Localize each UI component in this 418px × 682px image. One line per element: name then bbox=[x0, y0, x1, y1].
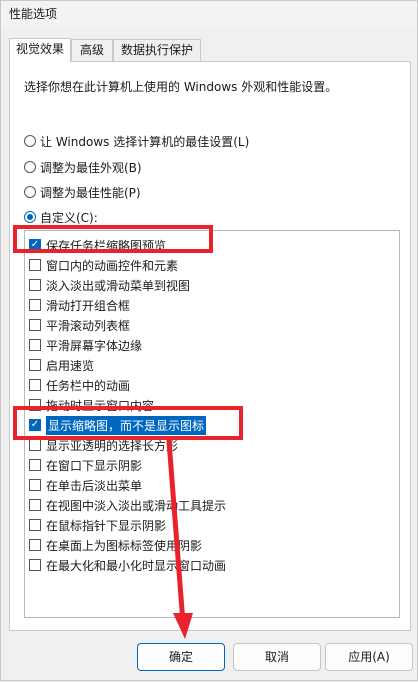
tab-advanced[interactable]: 高级 bbox=[71, 39, 113, 61]
checkbox-icon[interactable] bbox=[29, 379, 41, 391]
effect-item[interactable]: ✓ 显示缩略图，而不是显示图标 bbox=[29, 415, 207, 435]
checkbox-icon[interactable] bbox=[29, 319, 41, 331]
effect-item[interactable]: ✓ 保存任务栏缩略图预览 bbox=[29, 235, 166, 255]
effect-label: 在窗口下显示阴影 bbox=[46, 458, 143, 473]
checkbox-checked-icon[interactable]: ✓ bbox=[29, 239, 41, 251]
effect-label: 在视图中淡入淡出或滑动工具提示 bbox=[46, 498, 227, 513]
radio-label: 调整为最佳性能(P) bbox=[40, 185, 141, 200]
radio-button[interactable] bbox=[24, 186, 36, 198]
tab-data-execution-prevention[interactable]: 数据执行保护 bbox=[113, 39, 201, 61]
apply-button[interactable]: 应用(A) bbox=[325, 643, 413, 671]
radio-button[interactable] bbox=[24, 211, 36, 223]
ok-button[interactable]: 确定 bbox=[137, 643, 225, 671]
tab-visual-effects[interactable]: 视觉效果 bbox=[9, 38, 71, 62]
effect-item[interactable]: 在鼠标指针下显示阴影 bbox=[29, 515, 166, 535]
effect-label: 平滑屏幕字体边缘 bbox=[46, 338, 143, 353]
effect-label: 启用速览 bbox=[46, 358, 95, 373]
effect-item[interactable]: 显示亚透明的选择长方形 bbox=[29, 435, 178, 455]
effect-item[interactable]: 平滑滚动列表框 bbox=[29, 315, 130, 335]
checkbox-icon[interactable] bbox=[29, 399, 41, 411]
effect-item[interactable]: 滑动打开组合框 bbox=[29, 295, 130, 315]
effect-label: 保存任务栏缩略图预览 bbox=[46, 238, 167, 253]
visual-effects-panel: 选择你想在此计算机上使用的 Windows 外观和性能设置。 让 Windows… bbox=[9, 61, 411, 631]
effect-item[interactable]: 平滑屏幕字体边缘 bbox=[29, 335, 142, 355]
radio-custom[interactable]: 自定义(C): bbox=[24, 208, 98, 226]
radio-button[interactable] bbox=[24, 161, 36, 173]
effect-label: 任务栏中的动画 bbox=[46, 378, 131, 393]
effect-label: 在鼠标指针下显示阴影 bbox=[46, 518, 167, 533]
effect-item[interactable]: 在窗口下显示阴影 bbox=[29, 455, 142, 475]
effects-list[interactable]: ✓ 保存任务栏缩略图预览 窗口内的动画控件和元素 淡入淡出或滑动菜单到视图 滑动打开组合… bbox=[24, 230, 400, 618]
radio-label: 调整为最佳外观(B) bbox=[40, 160, 142, 175]
effect-label: 显示亚透明的选择长方形 bbox=[46, 438, 179, 453]
radio-label: 让 Windows 选择计算机的最佳设置(L) bbox=[40, 134, 250, 149]
checkbox-icon[interactable] bbox=[29, 439, 41, 451]
tab-bar: 视觉效果 高级 数据执行保护 bbox=[9, 38, 409, 62]
effect-label: 在桌面上为图标标签使用阴影 bbox=[46, 538, 203, 553]
radio-button[interactable] bbox=[24, 135, 36, 147]
effect-label: 淡入淡出或滑动菜单到视图 bbox=[46, 278, 191, 293]
effect-item[interactable]: 在最大化和最小化时显示窗口动画 bbox=[29, 555, 226, 575]
radio-label: 自定义(C): bbox=[40, 210, 98, 225]
checkbox-icon[interactable] bbox=[29, 279, 41, 291]
cancel-button[interactable]: 取消 bbox=[233, 643, 321, 671]
checkbox-icon[interactable] bbox=[29, 339, 41, 351]
title-bar: 性能选项 bbox=[1, 1, 417, 27]
effect-label: 在单击后淡出菜单 bbox=[46, 478, 143, 493]
effect-item[interactable]: 在视图中淡入淡出或滑动工具提示 bbox=[29, 495, 226, 515]
effect-item[interactable]: 窗口内的动画控件和元素 bbox=[29, 255, 178, 275]
checkbox-icon[interactable] bbox=[29, 499, 41, 511]
effect-label: 窗口内的动画控件和元素 bbox=[46, 258, 179, 273]
checkbox-icon[interactable] bbox=[29, 559, 41, 571]
window-title: 性能选项 bbox=[9, 7, 58, 21]
radio-let-windows-choose[interactable]: 让 Windows 选择计算机的最佳设置(L) bbox=[24, 132, 249, 150]
effect-item[interactable]: 任务栏中的动画 bbox=[29, 375, 130, 395]
effect-item[interactable]: 拖动时显示窗口内容 bbox=[29, 395, 154, 415]
checkbox-icon[interactable] bbox=[29, 299, 41, 311]
effect-label: 在最大化和最小化时显示窗口动画 bbox=[46, 558, 227, 573]
intro-text: 选择你想在此计算机上使用的 Windows 外观和性能设置。 bbox=[24, 80, 338, 94]
effect-item[interactable]: 淡入淡出或滑动菜单到视图 bbox=[29, 275, 190, 295]
effect-label: 平滑滚动列表框 bbox=[46, 318, 131, 333]
effect-label: 显示缩略图，而不是显示图标 bbox=[46, 415, 207, 435]
checkbox-icon[interactable] bbox=[29, 259, 41, 271]
effect-label: 拖动时显示窗口内容 bbox=[46, 398, 155, 413]
effect-label: 滑动打开组合框 bbox=[46, 298, 131, 313]
radio-best-appearance[interactable]: 调整为最佳外观(B) bbox=[24, 158, 142, 176]
checkbox-icon[interactable] bbox=[29, 359, 41, 371]
effect-item[interactable]: 在单击后淡出菜单 bbox=[29, 475, 142, 495]
performance-options-window: 性能选项 视觉效果 高级 数据执行保护 选择你想在此计算机上使用的 Window… bbox=[0, 0, 418, 681]
effect-item[interactable]: 启用速览 bbox=[29, 355, 94, 375]
checkbox-icon[interactable] bbox=[29, 539, 41, 551]
radio-best-performance[interactable]: 调整为最佳性能(P) bbox=[24, 183, 141, 201]
checkbox-icon[interactable] bbox=[29, 519, 41, 531]
effect-item[interactable]: 在桌面上为图标标签使用阴影 bbox=[29, 535, 202, 555]
checkbox-icon[interactable] bbox=[29, 479, 41, 491]
checkbox-icon[interactable] bbox=[29, 459, 41, 471]
checkbox-checked-icon[interactable]: ✓ bbox=[29, 419, 41, 431]
